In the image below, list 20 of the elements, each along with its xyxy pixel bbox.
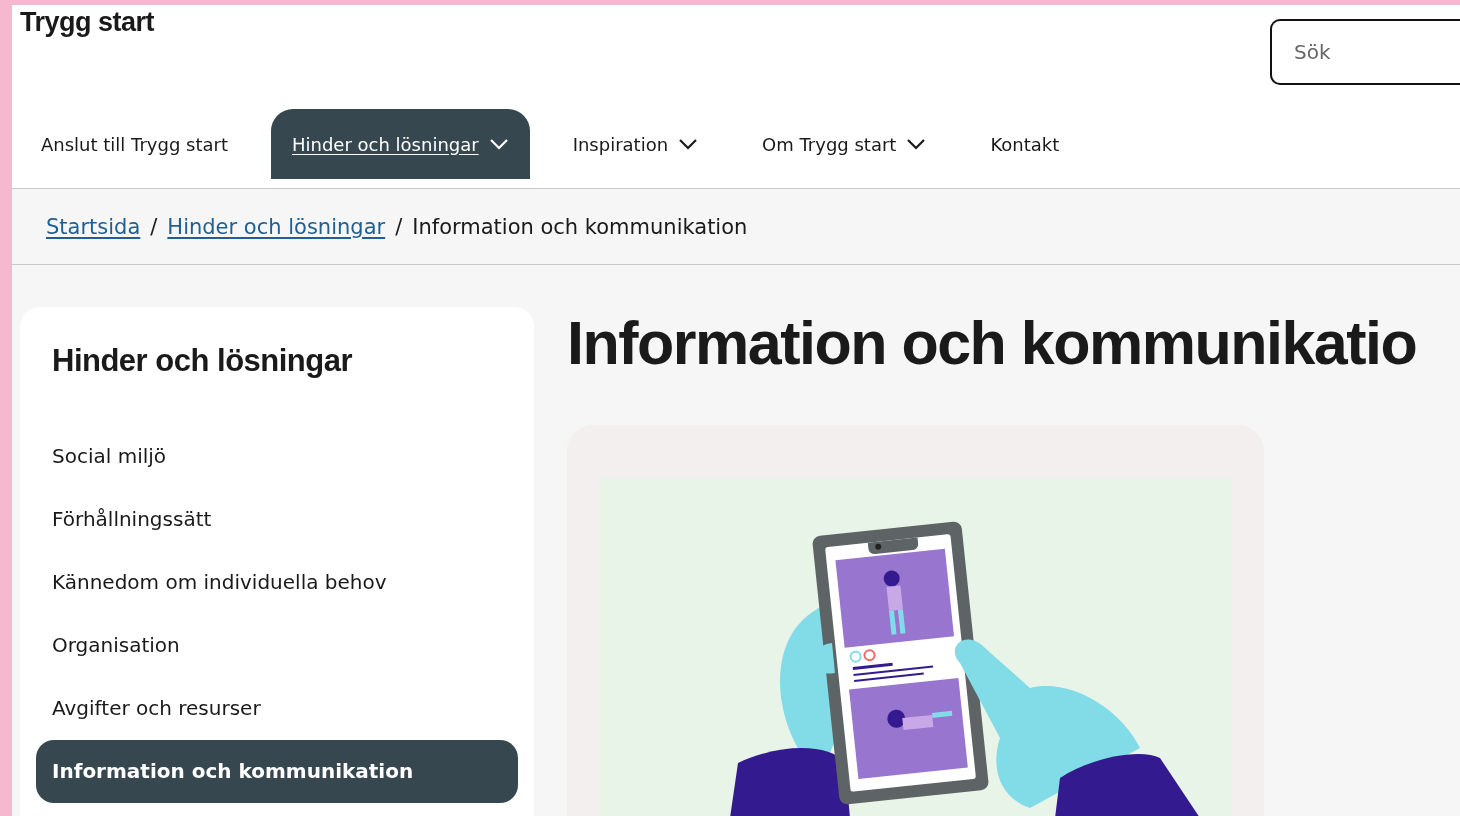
sidebar-item[interactable]: Kännedom om individuella behov bbox=[36, 551, 518, 614]
breadcrumb-link[interactable]: Hinder och lösningar bbox=[167, 214, 386, 239]
sidebar-item[interactable]: Avgifter och resurser bbox=[36, 677, 518, 740]
page-title: Information och kommunikatio bbox=[567, 308, 1418, 379]
breadcrumb-current: Information och kommunikation bbox=[412, 214, 748, 239]
breadcrumb-separator: / bbox=[395, 214, 403, 239]
sidebar-item[interactable]: Social miljö bbox=[36, 425, 518, 488]
nav-link[interactable]: Om Trygg start bbox=[741, 109, 948, 179]
sidebar-item[interactable]: Organisation bbox=[36, 614, 518, 677]
breadcrumb-link[interactable]: Startsida bbox=[46, 214, 141, 239]
search-field[interactable]: Sök bbox=[1270, 19, 1460, 85]
breadcrumb-separator: / bbox=[150, 214, 158, 239]
nav-link[interactable]: Anslut till Trygg start bbox=[20, 109, 249, 179]
site-logo[interactable]: Trygg start bbox=[20, 7, 155, 38]
nav-link[interactable]: Inspiration bbox=[551, 109, 720, 179]
sidebar-item[interactable]: Förhållningssätt bbox=[36, 488, 518, 551]
sidebar-title: Hinder och lösningar bbox=[52, 343, 354, 379]
nav-link[interactable]: Kontakt bbox=[969, 109, 1081, 179]
nav-link[interactable]: Hinder och lösningar bbox=[271, 109, 530, 179]
sidebar-item[interactable]: Information och kommunikation bbox=[36, 740, 518, 803]
